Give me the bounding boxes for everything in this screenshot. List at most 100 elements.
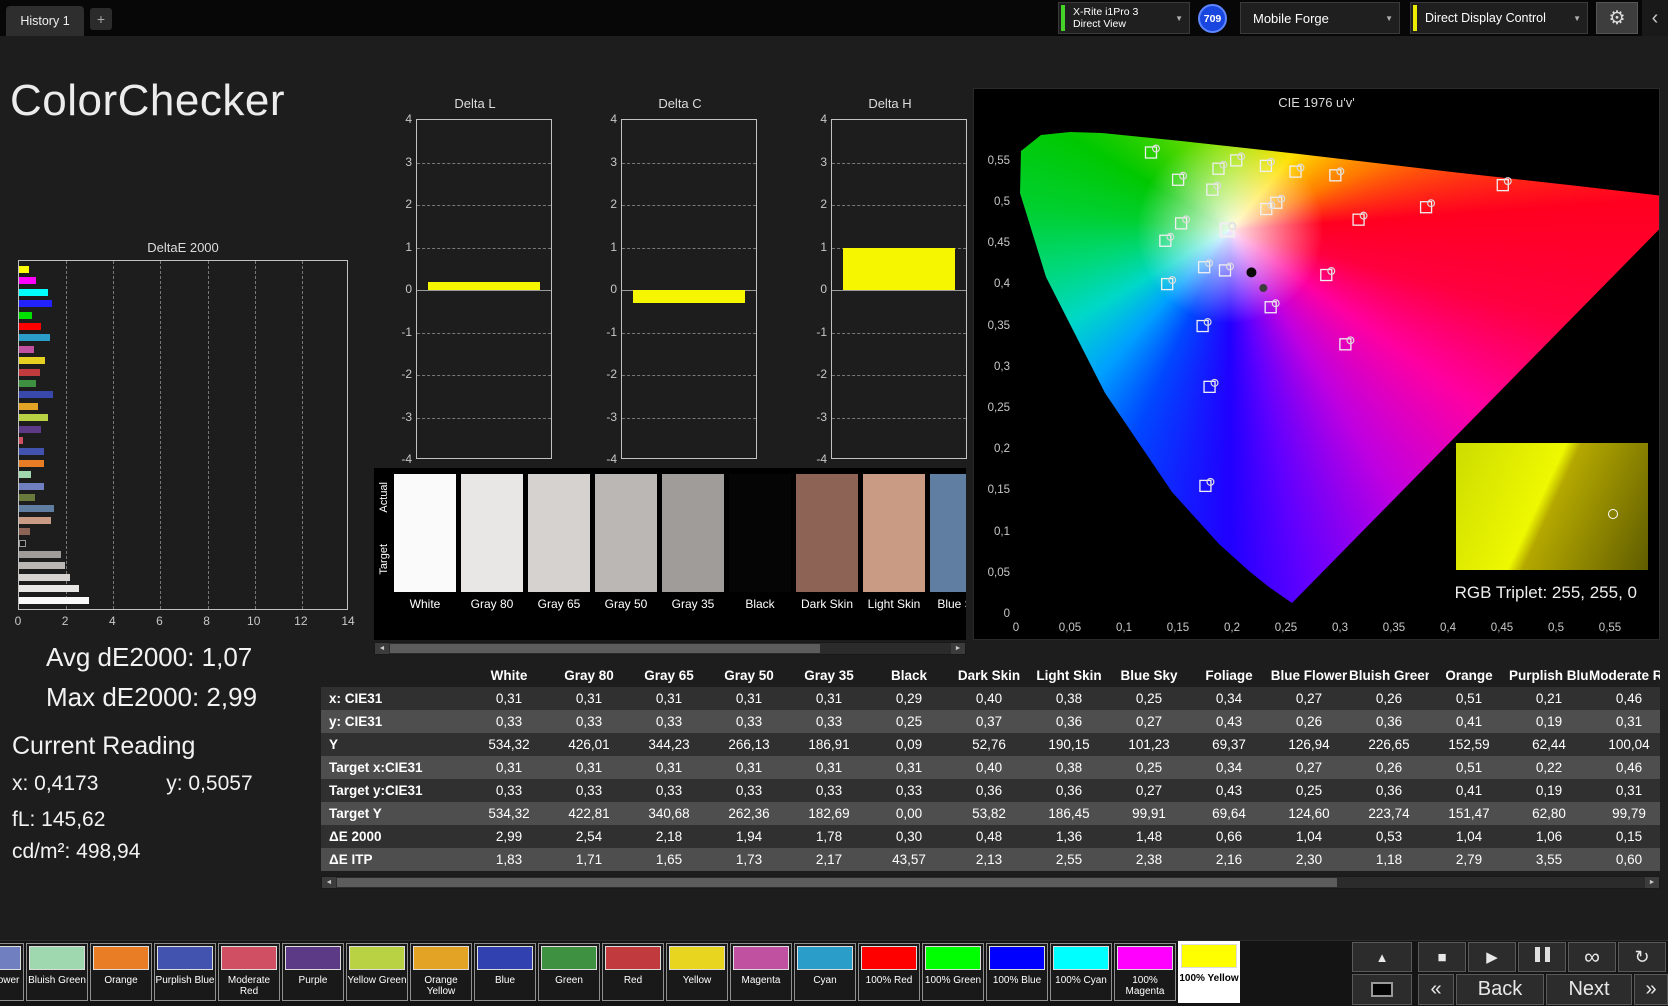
- patch-button-purplish-blue[interactable]: Purplish Blue: [154, 943, 216, 1001]
- patch-button-100-red[interactable]: 100% Red: [858, 943, 920, 1001]
- table-cell: 2,55: [1029, 848, 1109, 871]
- table-cell: 0,36: [1349, 710, 1429, 733]
- patch-button-moderate-red[interactable]: Moderate Red: [218, 943, 280, 1001]
- table-cell: 0,31: [469, 687, 549, 710]
- table-scrollbar[interactable]: ◄ ►: [321, 876, 1660, 889]
- scroll-right-arrow[interactable]: ►: [1645, 877, 1659, 888]
- table-cell: 0,33: [869, 779, 949, 802]
- patch-button-cyan[interactable]: Cyan: [794, 943, 856, 1001]
- patch-button-blue-flower[interactable]: Blue Flower: [0, 943, 24, 1001]
- pause-button[interactable]: [1518, 942, 1566, 972]
- x-tick-label: 0,45: [1490, 622, 1514, 634]
- column-header: White: [490, 668, 528, 683]
- display-control-select[interactable]: Direct Display Control ▼: [1410, 2, 1588, 34]
- patch-button-blue[interactable]: Blue: [474, 943, 536, 1001]
- gridline: [417, 417, 551, 419]
- deltae-bar-purplish-blue: [19, 448, 44, 456]
- gridline: [417, 247, 551, 249]
- table-cell: 182,69: [789, 802, 869, 825]
- patch-button-purple[interactable]: Purple: [282, 943, 344, 1001]
- swatch-color: [729, 474, 791, 592]
- swatch-color: [394, 474, 456, 592]
- badge-709: 709: [1198, 4, 1227, 33]
- meter-mode: Direct View: [1073, 18, 1126, 30]
- table-cell: 0,33: [789, 710, 869, 733]
- play-button[interactable]: ▶: [1468, 942, 1516, 972]
- table-cell: 2,30: [1269, 848, 1349, 871]
- eject-button[interactable]: ▲: [1352, 942, 1412, 972]
- add-tab-button[interactable]: +: [90, 8, 112, 30]
- delta-c-plot: [621, 119, 757, 459]
- deltae-bar-100-green: [19, 311, 32, 319]
- patch-button-green[interactable]: Green: [538, 943, 600, 1001]
- scroll-thumb[interactable]: [337, 878, 1337, 887]
- refresh-button[interactable]: ↻: [1618, 942, 1666, 972]
- deltae-bar-blue-flower: [19, 482, 44, 490]
- gridline: [417, 332, 551, 334]
- table-cell: 101,23: [1109, 733, 1189, 756]
- swatch-gray-80: Gray 80: [461, 474, 523, 611]
- swatch-color: [461, 474, 523, 592]
- patch-label: 100% Red: [865, 975, 913, 986]
- patch-button-yellow-green[interactable]: Yellow Green: [346, 943, 408, 1001]
- swatch-scrollbar[interactable]: ◄ ►: [374, 642, 966, 655]
- history-tab[interactable]: History 1: [6, 6, 84, 36]
- first-button[interactable]: «: [1418, 974, 1454, 1005]
- swatch-label: Black: [745, 597, 775, 611]
- patch-button-100-blue[interactable]: 100% Blue: [986, 943, 1048, 1001]
- axis-tick-label: 12: [294, 614, 308, 628]
- column-header: Orange: [1445, 668, 1493, 683]
- x-tick-label: 0,35: [1382, 622, 1406, 634]
- patch-button-yellow[interactable]: Yellow: [666, 943, 728, 1001]
- continuous-measure-button[interactable]: ∞: [1568, 942, 1616, 972]
- patch-button-orange[interactable]: Orange: [90, 943, 152, 1001]
- patch-button-100-cyan[interactable]: 100% Cyan: [1050, 943, 1112, 1001]
- scroll-thumb[interactable]: [390, 644, 820, 653]
- back-button[interactable]: Back: [1456, 974, 1544, 1005]
- patch-label: 100% Green: [924, 975, 982, 986]
- axis-tick-label: 0: [820, 282, 827, 296]
- y-tick-label: 0,45: [987, 237, 1010, 250]
- scroll-left-arrow[interactable]: ◄: [375, 643, 389, 654]
- column-header: Gray 35: [804, 668, 854, 683]
- meter-select[interactable]: X-Rite i1Pro 3 Direct View ▼: [1058, 2, 1190, 34]
- table-cell: 1,94: [709, 825, 789, 848]
- gear-icon: ⚙: [1608, 7, 1626, 29]
- patch-label: Orange Yellow: [424, 975, 458, 997]
- patch-button-100-yellow[interactable]: 100% Yellow: [1178, 941, 1240, 1003]
- scroll-left-arrow[interactable]: ◄: [322, 877, 336, 888]
- target-label: Target: [378, 544, 390, 575]
- patch-button-orange-yellow[interactable]: Orange Yellow: [410, 943, 472, 1001]
- table-cell: 0,36: [1349, 779, 1429, 802]
- last-button[interactable]: »: [1634, 974, 1668, 1005]
- swatch-gray-35: Gray 35: [662, 474, 724, 611]
- row-label: Target x:CIE31: [321, 756, 469, 779]
- patch-button-100-green[interactable]: 100% Green: [922, 943, 984, 1001]
- axis-tick-label: 4: [820, 112, 827, 126]
- deltae-bar-orange: [19, 459, 44, 467]
- table-cell: 0,36: [1029, 710, 1109, 733]
- column-header: Purplish Blue: [1509, 668, 1589, 683]
- table-cell: 340,68: [629, 802, 709, 825]
- table-cell: 0,46: [1589, 687, 1660, 710]
- scroll-right-arrow[interactable]: ►: [951, 643, 965, 654]
- table-cell: 0,33: [629, 779, 709, 802]
- table-cell: 0,37: [949, 710, 1029, 733]
- collapse-panel-button[interactable]: ‹: [1642, 0, 1668, 36]
- table-cell: 0,31: [629, 687, 709, 710]
- patch-color-swatch: [733, 946, 789, 970]
- stop-button[interactable]: ■: [1418, 942, 1466, 972]
- gridline: [622, 375, 756, 376]
- settings-button[interactable]: ⚙: [1596, 2, 1638, 34]
- workflow-select[interactable]: Mobile Forge ▼: [1240, 2, 1400, 34]
- next-button[interactable]: Next: [1546, 974, 1632, 1005]
- pattern-window-button[interactable]: [1352, 974, 1412, 1005]
- table-cell: 152,59: [1429, 733, 1509, 756]
- patch-label: Blue: [494, 975, 515, 986]
- swatch-label: Blue Sky: [937, 597, 966, 611]
- patch-button-magenta[interactable]: Magenta: [730, 943, 792, 1001]
- infinity-icon: ∞: [1584, 944, 1600, 969]
- patch-button-100-magenta[interactable]: 100% Magenta: [1114, 943, 1176, 1001]
- patch-button-bluish-green[interactable]: Bluish Green: [26, 943, 88, 1001]
- patch-button-red[interactable]: Red: [602, 943, 664, 1001]
